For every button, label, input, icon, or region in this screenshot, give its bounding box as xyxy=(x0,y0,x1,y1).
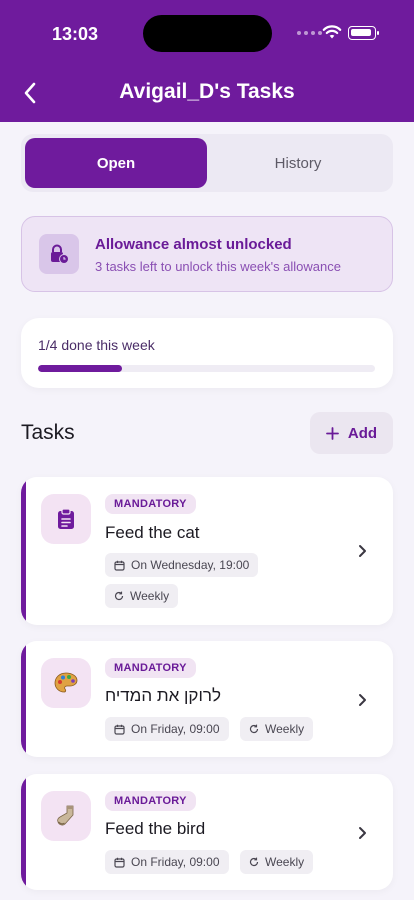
task-name: Feed the cat xyxy=(105,523,200,542)
repeat-icon xyxy=(114,591,124,601)
calendar-icon xyxy=(114,857,125,868)
recurrence-text: Weekly xyxy=(265,855,305,869)
palette-icon xyxy=(41,658,91,708)
task-card[interactable]: MANDATORY לרוקן את המדיח On Friday, 09:0… xyxy=(21,641,393,757)
schedule-chip: On Wednesday, 19:00 xyxy=(105,553,259,577)
schedule-text: On Friday, 09:00 xyxy=(131,722,220,736)
banner-title: Allowance almost unlocked xyxy=(95,236,292,253)
schedule-chip: On Friday, 09:00 xyxy=(105,850,229,874)
sock-icon xyxy=(41,791,91,841)
schedule-text: On Wednesday, 19:00 xyxy=(131,558,250,572)
mandatory-badge: MANDATORY xyxy=(105,791,196,811)
mandatory-badge: MANDATORY xyxy=(105,494,196,514)
weekly-progress-card: 1/4 done this week xyxy=(21,318,393,388)
recurrence-chip: Weekly xyxy=(240,850,314,874)
progress-label: 1/4 done this week xyxy=(38,337,155,353)
banner-subtitle: 3 tasks left to unlock this week's allow… xyxy=(95,259,341,274)
add-task-button[interactable]: Add xyxy=(310,412,393,454)
tasks-heading: Tasks xyxy=(21,421,75,444)
dynamic-island xyxy=(143,15,272,52)
repeat-icon xyxy=(249,724,259,734)
lock-clock-icon xyxy=(39,234,79,274)
tab-history[interactable]: History xyxy=(207,138,389,188)
calendar-icon xyxy=(114,560,125,571)
allowance-banner: Allowance almost unlocked 3 tasks left t… xyxy=(21,216,393,292)
chevron-right-icon xyxy=(359,545,366,557)
task-accent xyxy=(21,641,26,757)
task-name: Feed the bird xyxy=(105,819,206,838)
signal-icon xyxy=(297,31,322,35)
task-card[interactable]: MANDATORY Feed the cat On Wednesday, 19:… xyxy=(21,477,393,625)
chevron-right-icon xyxy=(359,827,366,839)
plus-icon xyxy=(326,426,339,440)
task-card[interactable]: MANDATORY Feed the bird On Friday, 09:00… xyxy=(21,774,393,890)
progress-fill xyxy=(38,365,123,372)
chevron-right-icon xyxy=(359,694,366,706)
recurrence-chip: Weekly xyxy=(240,717,314,741)
calendar-icon xyxy=(114,724,125,735)
page-title: Avigail_D's Tasks xyxy=(119,80,295,103)
task-name: לרוקן את המדיח xyxy=(105,686,221,705)
schedule-chip: On Friday, 09:00 xyxy=(105,717,229,741)
clipboard-icon xyxy=(41,494,91,544)
tab-switcher: Open History xyxy=(21,134,393,192)
task-accent xyxy=(21,774,26,890)
schedule-text: On Friday, 09:00 xyxy=(131,855,220,869)
battery-icon xyxy=(348,26,379,40)
tab-open[interactable]: Open xyxy=(25,138,207,188)
mandatory-badge: MANDATORY xyxy=(105,658,196,678)
recurrence-text: Weekly xyxy=(130,589,170,603)
recurrence-chip: Weekly xyxy=(105,584,179,608)
progress-bar xyxy=(38,365,375,372)
repeat-icon xyxy=(249,857,259,867)
app-header: 13:03 Avigail_D's Tasks xyxy=(0,0,414,122)
recurrence-text: Weekly xyxy=(265,722,305,736)
add-task-label: Add xyxy=(347,424,378,442)
status-time: 13:03 xyxy=(52,24,99,44)
wifi-icon xyxy=(322,25,342,39)
task-accent xyxy=(21,477,26,625)
